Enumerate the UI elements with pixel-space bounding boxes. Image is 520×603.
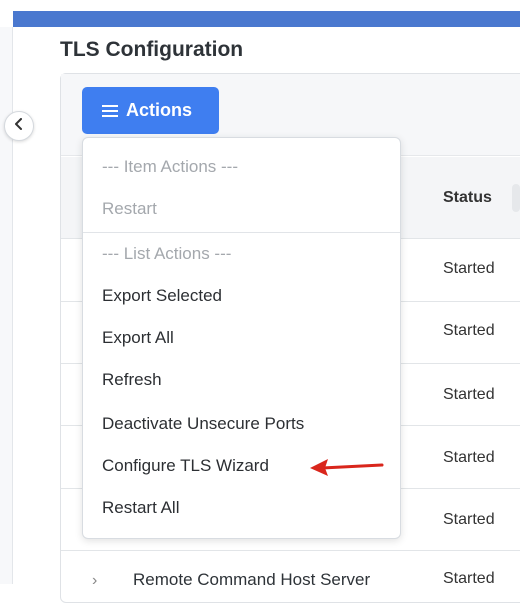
menu-item-deactivate-unsecure-ports[interactable]: Deactivate Unsecure Ports xyxy=(102,414,304,434)
top-bar-stripe xyxy=(13,11,520,27)
rail-divider xyxy=(12,27,13,584)
menu-item-restart: Restart xyxy=(102,199,157,218)
menu-icon xyxy=(102,102,118,120)
status-cell: Started xyxy=(443,260,495,277)
menu-header-item-actions: --- Item Actions --- xyxy=(102,157,239,176)
status-cell: Started xyxy=(443,386,495,403)
chevron-left-icon xyxy=(13,117,25,135)
collapse-sidebar-button[interactable] xyxy=(4,111,34,141)
menu-item-export-all[interactable]: Export All xyxy=(102,328,174,348)
column-header-status[interactable]: Status xyxy=(443,189,492,207)
actions-button-label: Actions xyxy=(126,100,193,120)
status-cell: Started xyxy=(443,322,495,339)
server-name-cell: Remote Command Host Server xyxy=(133,570,371,589)
page-title: TLS Configuration xyxy=(60,38,244,61)
menu-item-restart-all[interactable]: Restart All xyxy=(102,498,179,518)
menu-item-configure-tls-wizard[interactable]: Configure TLS Wizard xyxy=(102,456,269,476)
top-bar xyxy=(0,0,520,27)
column-resize-handle[interactable] xyxy=(512,184,520,212)
menu-header-list-actions: --- List Actions --- xyxy=(102,244,232,263)
menu-item-export-selected[interactable]: Export Selected xyxy=(102,286,222,306)
status-cell: Started xyxy=(443,570,495,587)
menu-divider xyxy=(83,232,400,233)
actions-button[interactable]: Actions xyxy=(82,87,219,134)
status-cell: Started xyxy=(443,511,495,528)
expand-row-icon[interactable]: › xyxy=(92,572,97,590)
arrow-left-icon xyxy=(308,456,384,483)
row-divider xyxy=(61,550,520,551)
menu-item-refresh[interactable]: Refresh xyxy=(102,370,162,390)
status-cell: Started xyxy=(443,449,495,466)
